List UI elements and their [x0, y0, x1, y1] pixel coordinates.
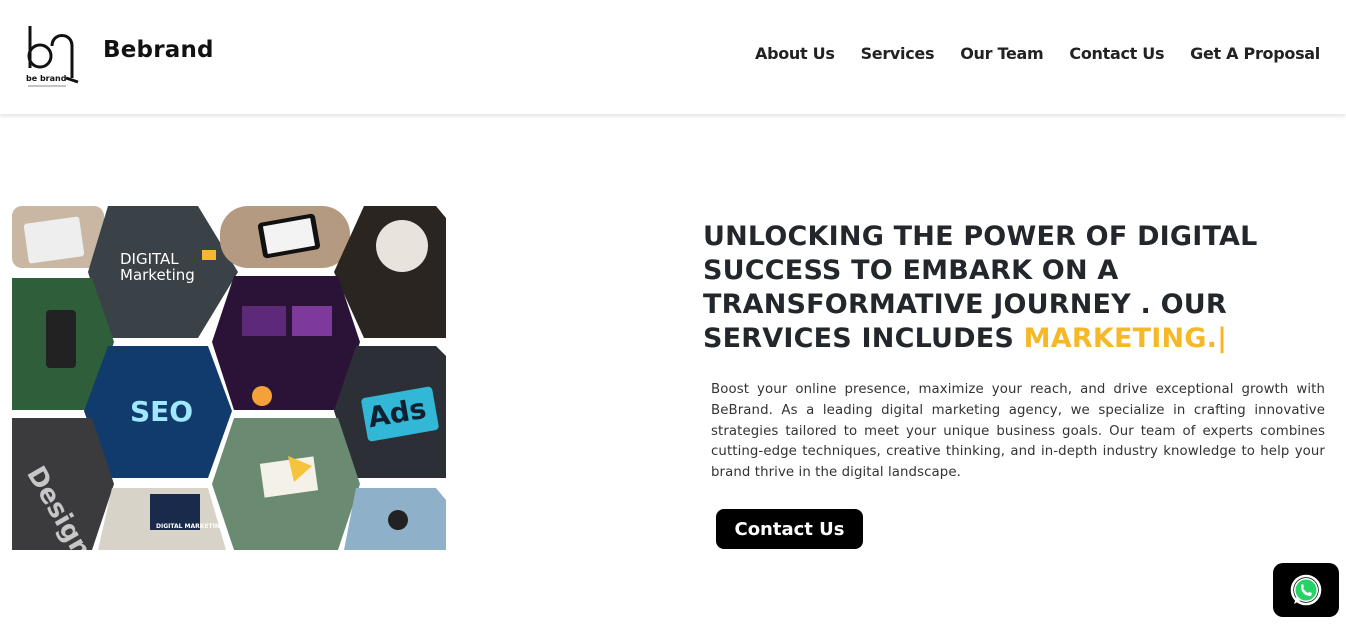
- nav-services[interactable]: Services: [861, 44, 935, 63]
- collage-tile-team: [212, 418, 360, 550]
- hero-headline-accent: MARKETING.: [1023, 323, 1218, 354]
- nav-our-team[interactable]: Our Team: [960, 44, 1043, 63]
- main-nav: About Us Services Our Team Contact Us Ge…: [755, 44, 1320, 63]
- collage-label-seo: SEO: [130, 395, 193, 428]
- collage-tile-tablet: [12, 206, 104, 268]
- collage-tile-dashboard: [212, 276, 360, 410]
- nav-get-a-proposal[interactable]: Get A Proposal: [1190, 44, 1320, 63]
- nav-about-us[interactable]: About Us: [755, 44, 835, 63]
- collage-tile-laptop: DIGITAL MARKETING: [98, 488, 226, 550]
- collage-label-marketing: Marketing: [120, 266, 195, 284]
- site-header: be brand Bebrand About Us Services Our T…: [0, 0, 1346, 114]
- hero-image-collage: DIGITAL Marketing SEO Ads Design DIGITAL…: [12, 206, 446, 550]
- nav-contact-us[interactable]: Contact Us: [1069, 44, 1164, 63]
- contact-us-button[interactable]: Contact Us: [716, 509, 863, 549]
- collage-tile-camera: [344, 488, 446, 550]
- brand-name[interactable]: Bebrand: [103, 37, 214, 63]
- collage-tile-digital-marketing: DIGITAL Marketing: [88, 206, 238, 338]
- whatsapp-icon: [1290, 574, 1322, 606]
- collage-tile-seo: SEO: [84, 346, 232, 478]
- collage-tile-hands-tablet: [220, 206, 350, 268]
- hero-headline: UNLOCKING THE POWER OF DIGITAL SUCCESS T…: [703, 220, 1303, 356]
- brand-logo[interactable]: be brand: [22, 22, 80, 90]
- svg-text:be brand: be brand: [26, 74, 67, 83]
- collage-label-digital-marketing: DIGITAL MARKETING: [156, 523, 225, 530]
- typing-cursor: |: [1217, 323, 1228, 354]
- hero-description: Boost your online presence, maximize you…: [711, 382, 1325, 481]
- logo-icon: be brand: [26, 26, 79, 87]
- whatsapp-button[interactable]: [1273, 563, 1339, 617]
